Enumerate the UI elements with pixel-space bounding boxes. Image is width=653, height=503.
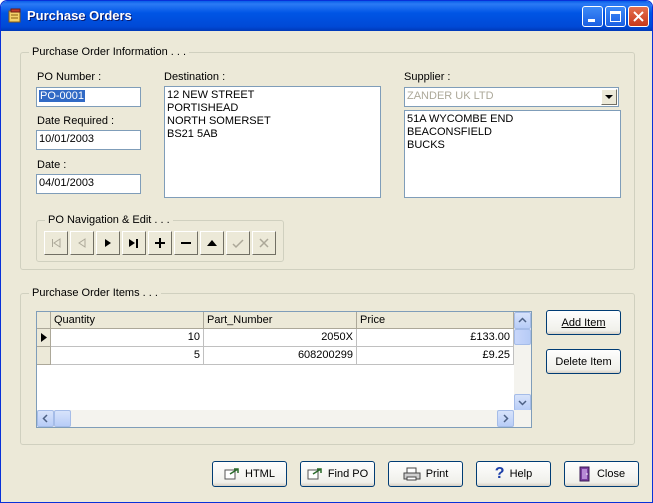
destination-line: 12 NEW STREET xyxy=(167,89,255,101)
po-number-label: PO Number : xyxy=(37,71,102,83)
supplier-label: Supplier : xyxy=(404,71,451,83)
table-cell[interactable]: 2050X xyxy=(204,329,357,347)
delete-item-button[interactable]: Delete Item xyxy=(546,349,621,374)
find-po-label: Find PO xyxy=(327,468,369,480)
scroll-right-button[interactable] xyxy=(497,410,514,427)
door-exit-icon xyxy=(579,466,590,482)
grid-corner xyxy=(37,312,51,329)
help-label: Help xyxy=(509,468,533,480)
insert-record-button[interactable] xyxy=(148,231,172,255)
prior-record-icon xyxy=(78,238,86,248)
supplier-dropdown[interactable]: ZANDER UK LTD xyxy=(404,87,619,107)
column-header-quantity[interactable]: Quantity xyxy=(51,312,204,329)
print-label: Print xyxy=(425,468,449,480)
prior-record-button[interactable] xyxy=(70,231,94,255)
vertical-scroll-thumb[interactable] xyxy=(514,329,531,345)
supplier-address-line: BEACONSFIELD xyxy=(407,126,492,138)
table-cell[interactable]: £9.25 xyxy=(357,347,514,365)
scroll-left-button[interactable] xyxy=(37,410,54,427)
destination-memo[interactable]: 12 NEW STREET PORTISHEAD NORTH SOMERSET … xyxy=(164,86,381,198)
help-icon: ? xyxy=(494,465,505,482)
vertical-scrollbar[interactable] xyxy=(514,312,531,411)
delete-icon xyxy=(181,242,191,244)
scroll-up-icon xyxy=(518,317,527,323)
find-po-icon xyxy=(307,468,322,480)
column-header-part-number[interactable]: Part_Number xyxy=(204,312,357,329)
date-label: Date : xyxy=(37,159,67,171)
supplier-address-line: BUCKS xyxy=(407,139,445,151)
window-title: Purchase Orders xyxy=(27,8,132,23)
supplier-address-line: 51A WYCOMBE END xyxy=(407,113,514,125)
chevron-down-icon[interactable] xyxy=(601,89,617,105)
destination-line: BS21 5AB xyxy=(167,128,218,140)
first-record-icon xyxy=(52,238,61,248)
post-icon xyxy=(232,239,244,249)
print-button[interactable]: Print xyxy=(388,461,463,487)
last-record-icon xyxy=(129,239,138,248)
horizontal-scrollbar[interactable] xyxy=(37,410,531,427)
delete-item-label: Delete Item xyxy=(555,355,612,368)
next-record-button[interactable] xyxy=(96,231,120,255)
po-items-label: Purchase Order Items . . . xyxy=(29,287,161,299)
add-item-button[interactable]: Add Item xyxy=(546,310,621,335)
insert-icon xyxy=(155,238,165,248)
edit-icon xyxy=(207,240,217,246)
scroll-down-button[interactable] xyxy=(514,394,531,411)
close-window-button[interactable] xyxy=(628,6,649,27)
supplier-address-memo[interactable]: 51A WYCOMBE END BEACONSFIELD BUCKS xyxy=(404,110,621,198)
help-button[interactable]: ? Help xyxy=(476,461,551,487)
cancel-icon xyxy=(259,238,269,248)
last-record-button[interactable] xyxy=(122,231,146,255)
table-cell[interactable]: 5 xyxy=(51,347,204,365)
destination-line: NORTH SOMERSET xyxy=(167,115,271,127)
po-navigation-label: PO Navigation & Edit . . . xyxy=(45,214,173,226)
scroll-down-icon xyxy=(518,400,527,406)
scroll-right-icon xyxy=(503,414,509,423)
close-label: Close xyxy=(596,468,626,480)
po-navigation-group: PO Navigation & Edit . . . xyxy=(36,214,284,262)
delete-record-button[interactable] xyxy=(174,231,198,255)
row-indicator[interactable] xyxy=(37,329,51,347)
db-navigator xyxy=(44,231,278,255)
maximize-button[interactable] xyxy=(605,6,626,27)
row-indicator[interactable] xyxy=(37,347,51,365)
po-number-field[interactable]: PO-0001 xyxy=(36,87,141,107)
table-cell[interactable]: 608200299 xyxy=(204,347,357,365)
cancel-record-button[interactable] xyxy=(252,231,276,255)
po-information-label: Purchase Order Information . . . xyxy=(29,46,190,58)
add-item-label: Add Item xyxy=(561,316,606,329)
html-button[interactable]: HTML xyxy=(212,461,287,487)
printer-icon xyxy=(403,467,421,481)
date-required-label: Date Required : xyxy=(37,115,115,127)
table-cell[interactable]: £133.00 xyxy=(357,329,514,347)
table-cell[interactable]: 10 xyxy=(51,329,204,347)
title-bar[interactable]: Purchase Orders xyxy=(1,1,652,31)
find-po-button[interactable]: Find PO xyxy=(300,461,375,487)
column-header-price[interactable]: Price xyxy=(357,312,514,329)
order-book-icon xyxy=(7,8,23,24)
html-label: HTML xyxy=(245,468,275,480)
minimize-button[interactable] xyxy=(582,6,603,27)
date-field[interactable]: 04/01/2003 xyxy=(36,174,141,194)
scroll-up-button[interactable] xyxy=(514,312,531,329)
first-record-button[interactable] xyxy=(44,231,68,255)
edit-record-button[interactable] xyxy=(200,231,224,255)
destination-label: Destination : xyxy=(164,71,226,83)
horizontal-scroll-thumb[interactable] xyxy=(54,410,71,427)
supplier-value: ZANDER UK LTD xyxy=(407,90,494,102)
po-number-value: PO-0001 xyxy=(39,90,86,102)
post-record-button[interactable] xyxy=(226,231,250,255)
date-required-field[interactable]: 10/01/2003 xyxy=(36,130,141,150)
scroll-left-icon xyxy=(42,414,48,423)
close-button[interactable]: Close xyxy=(564,461,639,487)
purchase-orders-window: Purchase Orders Purchase Order Informati… xyxy=(0,0,653,503)
destination-line: PORTISHEAD xyxy=(167,102,239,114)
next-record-icon xyxy=(105,239,111,247)
po-items-grid[interactable]: Quantity Part_Number Price 10 2050X £133… xyxy=(36,311,532,428)
export-html-icon xyxy=(224,468,239,480)
current-row-icon xyxy=(41,333,47,342)
